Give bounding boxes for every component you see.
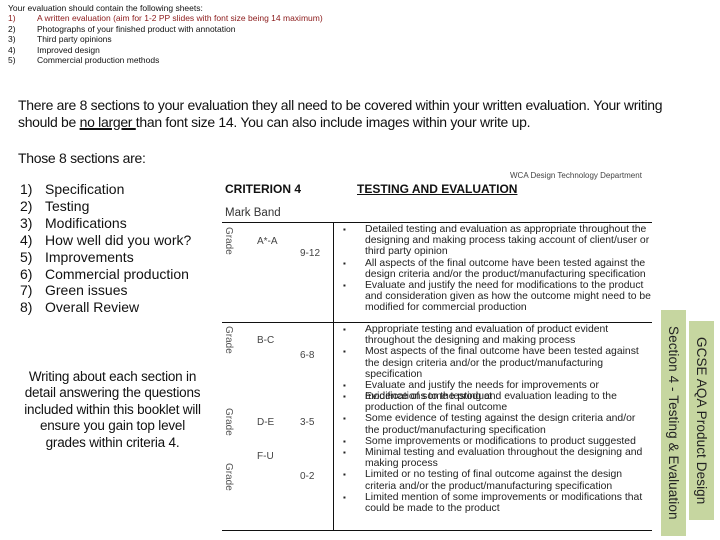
column-divider — [333, 222, 334, 530]
section-item: 1) Specification — [20, 181, 191, 198]
band-marks: 9-12 — [300, 248, 321, 259]
section-text: Improvements — [45, 248, 134, 265]
table-bottom-rule — [222, 530, 652, 531]
section-item: 6) Commercial production — [20, 266, 191, 283]
grade-label: Grade — [223, 463, 234, 491]
band-criteria: Detailed testing and evaluation as appro… — [341, 224, 651, 314]
band-divider-rule — [222, 322, 652, 323]
grade-label: Grade — [223, 408, 234, 436]
criterion-item: Evaluate and justify the need for modifi… — [341, 280, 651, 314]
sheet-num: 5) — [8, 55, 16, 66]
section-num: 8) — [20, 299, 33, 316]
intro-text: than font size 14. You can also include … — [135, 114, 531, 130]
intro-underlined-text: no larger — [79, 114, 136, 130]
section-item: 7) Green issues — [20, 282, 191, 299]
sections-list: 1) Specification 2) Testing 3) Modification… — [20, 181, 191, 316]
section-text: Green issues — [45, 282, 128, 299]
sheet-item: 2) Photographs of your finished product w… — [8, 24, 323, 34]
sheet-num: 3) — [8, 34, 16, 45]
band-grade: B-C — [257, 335, 275, 346]
section-num: 6) — [20, 265, 33, 282]
mark-band-label: Mark Band — [225, 207, 281, 219]
sheet-item: 3) Third party opinions — [8, 34, 323, 44]
section-num: 5) — [20, 248, 33, 265]
section-num: 1) — [20, 181, 33, 197]
criterion-item: Some evidence of testing against the des… — [341, 413, 651, 435]
criterion-item: Most aspects of the final outcome have b… — [341, 346, 651, 380]
criterion-item: Minimal testing and evaluation throughou… — [341, 447, 651, 469]
criterion-title: CRITERION 4 — [225, 182, 302, 196]
band-marks: 0-2 — [300, 471, 315, 482]
sheet-text: Photographs of your finished product wit… — [37, 23, 236, 34]
sheets-list: Your evaluation should contain the follo… — [8, 3, 323, 65]
section-text: Specification — [45, 181, 125, 197]
section-item: 8) Overall Review — [20, 299, 191, 316]
guidance-note: Writing about each section in detail ans… — [24, 369, 201, 450]
section-num: 2) — [20, 197, 33, 214]
criterion-item: Appropriate testing and evaluation of pr… — [341, 324, 651, 346]
section-text: Modifications — [45, 214, 127, 231]
band-grade: A*-A — [257, 236, 278, 247]
criterion-item: Limited mention of some improvements or … — [341, 492, 651, 514]
section-item: 3) Modifications — [20, 215, 191, 232]
sheets-title: Your evaluation should contain the follo… — [8, 3, 203, 13]
band-criteria: Minimal testing and evaluation throughou… — [341, 447, 651, 514]
section-text: How well did you work? — [45, 231, 192, 248]
band-grade: F-U — [257, 451, 274, 462]
sections-heading: Those 8 sections are: — [18, 150, 146, 166]
sheet-num: 4) — [8, 44, 16, 55]
grade-label: Grade — [223, 326, 234, 354]
band-criteria: Evidence of some testing and evaluation … — [341, 391, 651, 447]
band-grade: D-E — [257, 417, 275, 428]
section-num: 3) — [20, 214, 33, 231]
section-text: Commercial production — [45, 265, 189, 282]
criterion-rubric: WCA Design Technology Department CRITERI… — [220, 165, 656, 537]
section-title-strip: Section 4 - Testing & Evaluation — [661, 310, 686, 536]
band-marks: 6-8 — [300, 350, 315, 361]
sheet-text: Third party opinions — [37, 34, 112, 45]
sheet-item: 1) A written evaluation (aim for 1-2 PP s… — [8, 13, 323, 23]
section-text: Testing — [45, 197, 90, 214]
section-num: 4) — [20, 231, 33, 248]
intro-paragraph: There are 8 sections to your evaluation … — [18, 97, 668, 131]
sheet-num: 1) — [8, 13, 16, 24]
course-title-strip: GCSE AQA Product Design — [689, 321, 714, 520]
course-title: GCSE AQA Product Design — [694, 336, 709, 505]
department-label: WCA Design Technology Department — [510, 171, 642, 180]
section-item: 5) Improvements — [20, 249, 191, 266]
section-item: 4) How well did you work? — [20, 232, 191, 249]
criterion-item: Detailed testing and evaluation as appro… — [341, 224, 651, 258]
sheet-item: 5) Commercial production methods — [8, 55, 323, 65]
criterion-item: Evidence of some testing and evaluation … — [341, 391, 651, 413]
sheet-text: A written evaluation (aim for 1-2 PP sli… — [37, 13, 323, 24]
criterion-item: Limited or no testing of final outcome a… — [341, 469, 651, 491]
grade-label: Grade — [223, 227, 234, 255]
table-top-rule — [222, 222, 652, 223]
section-text: Overall Review — [45, 299, 140, 316]
criterion-item: Some improvements or modifications to pr… — [341, 436, 651, 447]
sheet-text: Improved design — [37, 44, 100, 55]
section-item: 2) Testing — [20, 198, 191, 215]
section-num: 7) — [20, 282, 33, 299]
sheet-num: 2) — [8, 23, 16, 34]
band-marks: 3-5 — [300, 417, 315, 428]
sheet-text: Commercial production methods — [37, 55, 160, 66]
criterion-heading: TESTING AND EVALUATION — [357, 182, 518, 196]
criterion-item: All aspects of the final outcome have be… — [341, 258, 651, 280]
sheet-item: 4) Improved design — [8, 45, 323, 55]
section-title: Section 4 - Testing & Evaluation — [666, 326, 681, 520]
